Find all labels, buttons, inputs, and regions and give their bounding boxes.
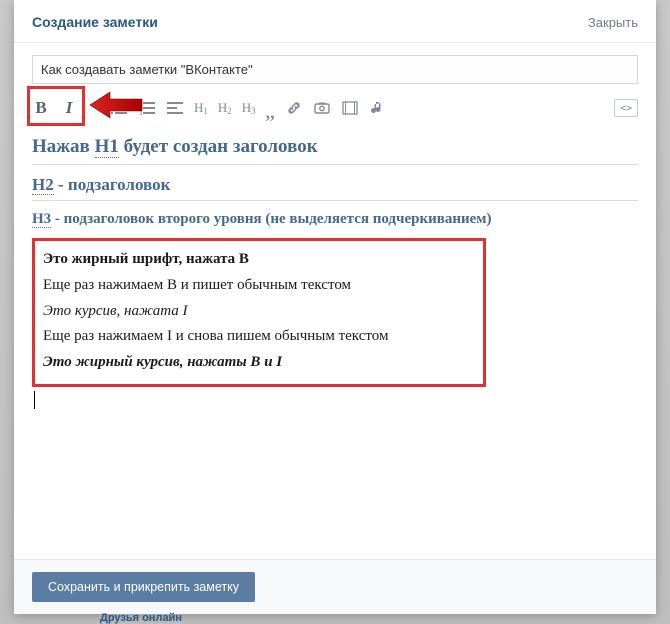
- toolbar-wrap: B I 123 H1 H2: [32, 94, 638, 122]
- h2-button[interactable]: H2: [218, 100, 232, 116]
- italic-button[interactable]: I: [60, 99, 78, 117]
- align-icon[interactable]: [166, 99, 184, 117]
- photo-icon[interactable]: [313, 99, 331, 117]
- editor-toolbar: B I 123 H1 H2: [32, 94, 638, 122]
- text-cursor: [34, 391, 35, 409]
- highlight-text-samples: Это жирный шрифт, нажата B Еще раз нажим…: [32, 238, 486, 387]
- audio-icon[interactable]: [369, 99, 387, 117]
- list-numbered-icon[interactable]: 123: [138, 99, 156, 117]
- background-friends-online: Друзья онлайн: [100, 612, 182, 624]
- sample-italic: Это курсив, нажата I: [43, 301, 475, 323]
- source-code-button[interactable]: <>: [614, 99, 638, 117]
- note-editor[interactable]: Нажав H1 будет создан заголовок H2 - под…: [32, 136, 638, 409]
- sample-h1: Нажав H1 будет создан заголовок: [32, 136, 638, 165]
- sample-h3: H3 - подзаголовок второго уровня (не выд…: [32, 211, 638, 228]
- svg-text:3: 3: [139, 111, 143, 116]
- sample-plain-2: Еще раз нажимаем I и снова пишем обычным…: [43, 326, 475, 348]
- close-button[interactable]: Закрыть: [588, 15, 638, 30]
- h1-button[interactable]: H1: [194, 100, 208, 116]
- modal-footer: Сохранить и прикрепить заметку: [14, 559, 656, 614]
- sample-plain-1: Еще раз нажимаем B и пишет обычным текст…: [43, 275, 475, 297]
- sample-bold-italic: Это жирный курсив, нажаты B и I: [43, 352, 475, 374]
- link-icon[interactable]: [285, 99, 303, 117]
- modal-body: B I 123 H1 H2: [14, 43, 656, 409]
- h3-button[interactable]: H3: [242, 100, 256, 116]
- modal-header: Создание заметки Закрыть: [14, 0, 656, 43]
- bold-button[interactable]: B: [32, 99, 50, 117]
- list-bulleted-icon[interactable]: [110, 99, 128, 117]
- quote-button[interactable]: ,,: [266, 107, 275, 117]
- modal-title: Создание заметки: [32, 14, 158, 30]
- sample-h2: H2 - подзаголовок: [32, 175, 638, 201]
- save-attach-button[interactable]: Сохранить и прикрепить заметку: [32, 572, 255, 602]
- create-note-modal: Создание заметки Закрыть B: [14, 0, 656, 614]
- note-title-input[interactable]: [32, 55, 638, 84]
- sample-bold: Это жирный шрифт, нажата B: [43, 249, 475, 271]
- video-icon[interactable]: [341, 99, 359, 117]
